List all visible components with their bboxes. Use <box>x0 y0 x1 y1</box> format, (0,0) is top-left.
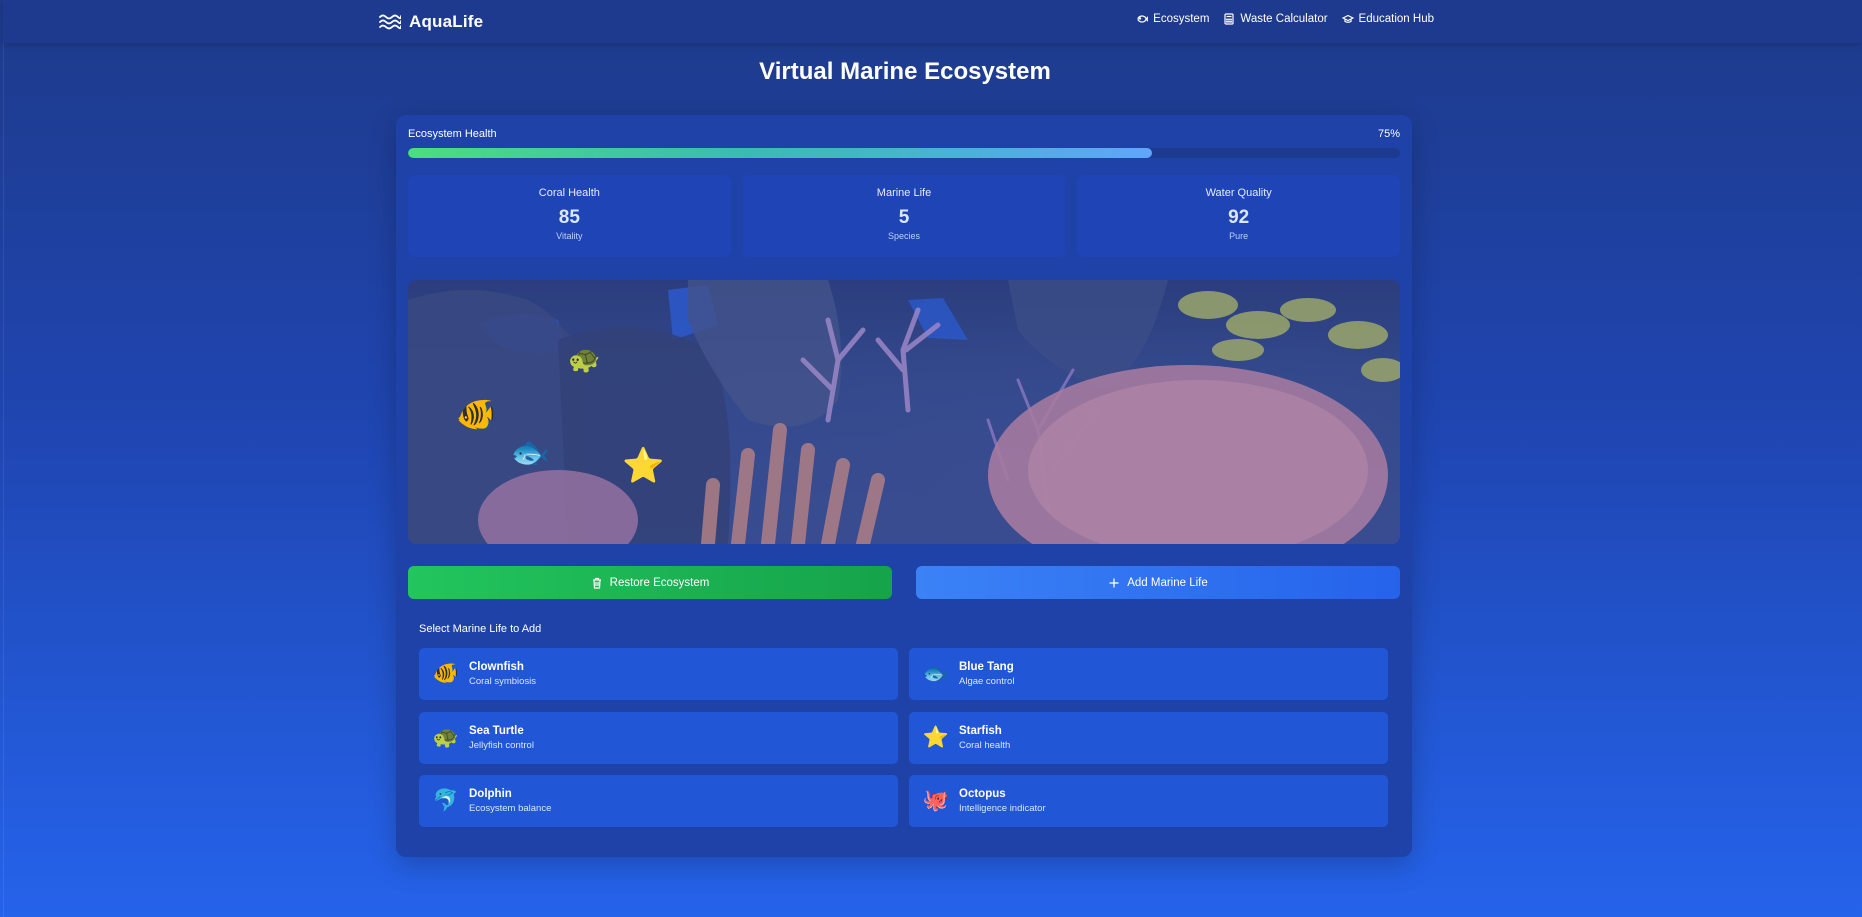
option-description: Algae control <box>959 676 1015 687</box>
stat-subtitle: Pure <box>1229 231 1249 241</box>
health-label: Ecosystem Health <box>408 128 497 140</box>
restore-button-label: Restore Ecosystem <box>609 576 710 589</box>
aquarium-view: 🐢 🐠 🐟 ⭐ <box>408 280 1400 544</box>
waves-icon <box>379 14 401 30</box>
fish-icon <box>1137 15 1149 23</box>
option-description: Coral health <box>959 740 1011 751</box>
plus-icon <box>1109 578 1119 587</box>
creature-tropical-fish[interactable]: 🐠 <box>456 398 496 430</box>
stats-row: Coral Health 85 Vitality Marine Life 5 S… <box>408 175 1401 257</box>
nav-link-ecosystem[interactable]: Ecosystem <box>1136 13 1209 25</box>
health-progress-fill <box>408 148 1152 158</box>
nav-links: Ecosystem Waste Calculator Education Hub <box>1136 13 1434 25</box>
option-name: Dolphin <box>469 788 512 800</box>
option-name: Octopus <box>959 788 1006 800</box>
stat-value: 92 <box>1228 207 1250 228</box>
brand-name: AquaLife <box>409 12 484 31</box>
option-dolphin[interactable]: 🐬 Dolphin Ecosystem balance <box>419 775 898 827</box>
option-name: Blue Tang <box>959 661 1014 673</box>
option-clownfish[interactable]: 🐠 Clownfish Coral symbiosis <box>419 648 898 700</box>
creature-blue-fish[interactable]: 🐟 <box>510 436 550 468</box>
option-name: Clownfish <box>469 661 524 673</box>
option-starfish[interactable]: ⭐ Starfish Coral health <box>909 712 1388 764</box>
dolphin-icon: 🐬 <box>432 789 460 812</box>
option-name: Starfish <box>959 725 1002 737</box>
option-name: Sea Turtle <box>469 725 524 737</box>
starfish-icon: ⭐ <box>922 726 950 749</box>
stat-title: Marine Life <box>876 187 932 199</box>
option-blue-tang[interactable]: 🐟 Blue Tang Algae control <box>909 648 1388 700</box>
nav-link-waste-calculator[interactable]: Waste Calculator <box>1223 13 1328 25</box>
page-title: Virtual Marine Ecosystem <box>759 58 1051 85</box>
stat-title: Coral Health <box>538 187 600 199</box>
selector-title: Select Marine Life to Add <box>419 623 542 635</box>
add-button-label: Add Marine Life <box>1127 576 1208 589</box>
stat-subtitle: Vitality <box>556 231 583 241</box>
stat-title: Water Quality <box>1205 187 1272 199</box>
option-sea-turtle[interactable]: 🐢 Sea Turtle Jellyfish control <box>419 712 898 764</box>
stat-value: 85 <box>558 207 580 228</box>
option-description: Ecosystem balance <box>469 803 552 814</box>
nav-link-label: Waste Calculator <box>1240 13 1328 25</box>
stat-value: 5 <box>898 207 910 228</box>
stat-marine-life: Marine Life 5 Species <box>742 175 1066 257</box>
option-description: Intelligence indicator <box>959 803 1046 814</box>
calculator-icon <box>1224 13 1235 25</box>
ecosystem-card: Ecosystem Health 75% Coral Health 85 Vit… <box>396 115 1412 857</box>
stat-coral-health: Coral Health 85 Vitality <box>408 175 731 257</box>
graduation-cap-icon <box>1341 14 1354 23</box>
top-nav: AquaLife Ecosystem Waste Calculator Educ… <box>3 0 1862 43</box>
option-octopus[interactable]: 🐙 Octopus Intelligence indicator <box>909 775 1388 827</box>
option-description: Coral symbiosis <box>469 676 537 687</box>
clownfish-icon: 🐠 <box>432 662 460 685</box>
stat-subtitle: Species <box>887 231 921 241</box>
creature-turtle[interactable]: 🐢 <box>568 346 600 372</box>
creature-starfish[interactable]: ⭐ <box>622 449 664 483</box>
blue-tang-icon: 🐟 <box>922 662 950 685</box>
add-marine-life-button[interactable]: Add Marine Life <box>916 566 1400 599</box>
option-description: Jellyfish control <box>469 740 534 751</box>
coral-reef-background <box>408 280 1400 544</box>
restore-ecosystem-button[interactable]: Restore Ecosystem <box>408 566 892 599</box>
health-progress-bar <box>408 148 1400 158</box>
octopus-icon: 🐙 <box>922 789 950 812</box>
health-value: 75% <box>1377 128 1400 140</box>
sea-turtle-icon: 🐢 <box>432 726 460 749</box>
nav-link-label: Ecosystem <box>1153 13 1210 25</box>
brand-logo[interactable]: AquaLife <box>379 10 483 34</box>
trash-icon <box>592 577 601 589</box>
nav-link-label: Education Hub <box>1358 13 1434 25</box>
stat-water-quality: Water Quality 92 Pure <box>1077 175 1401 257</box>
nav-link-education-hub[interactable]: Education Hub <box>1341 13 1434 25</box>
